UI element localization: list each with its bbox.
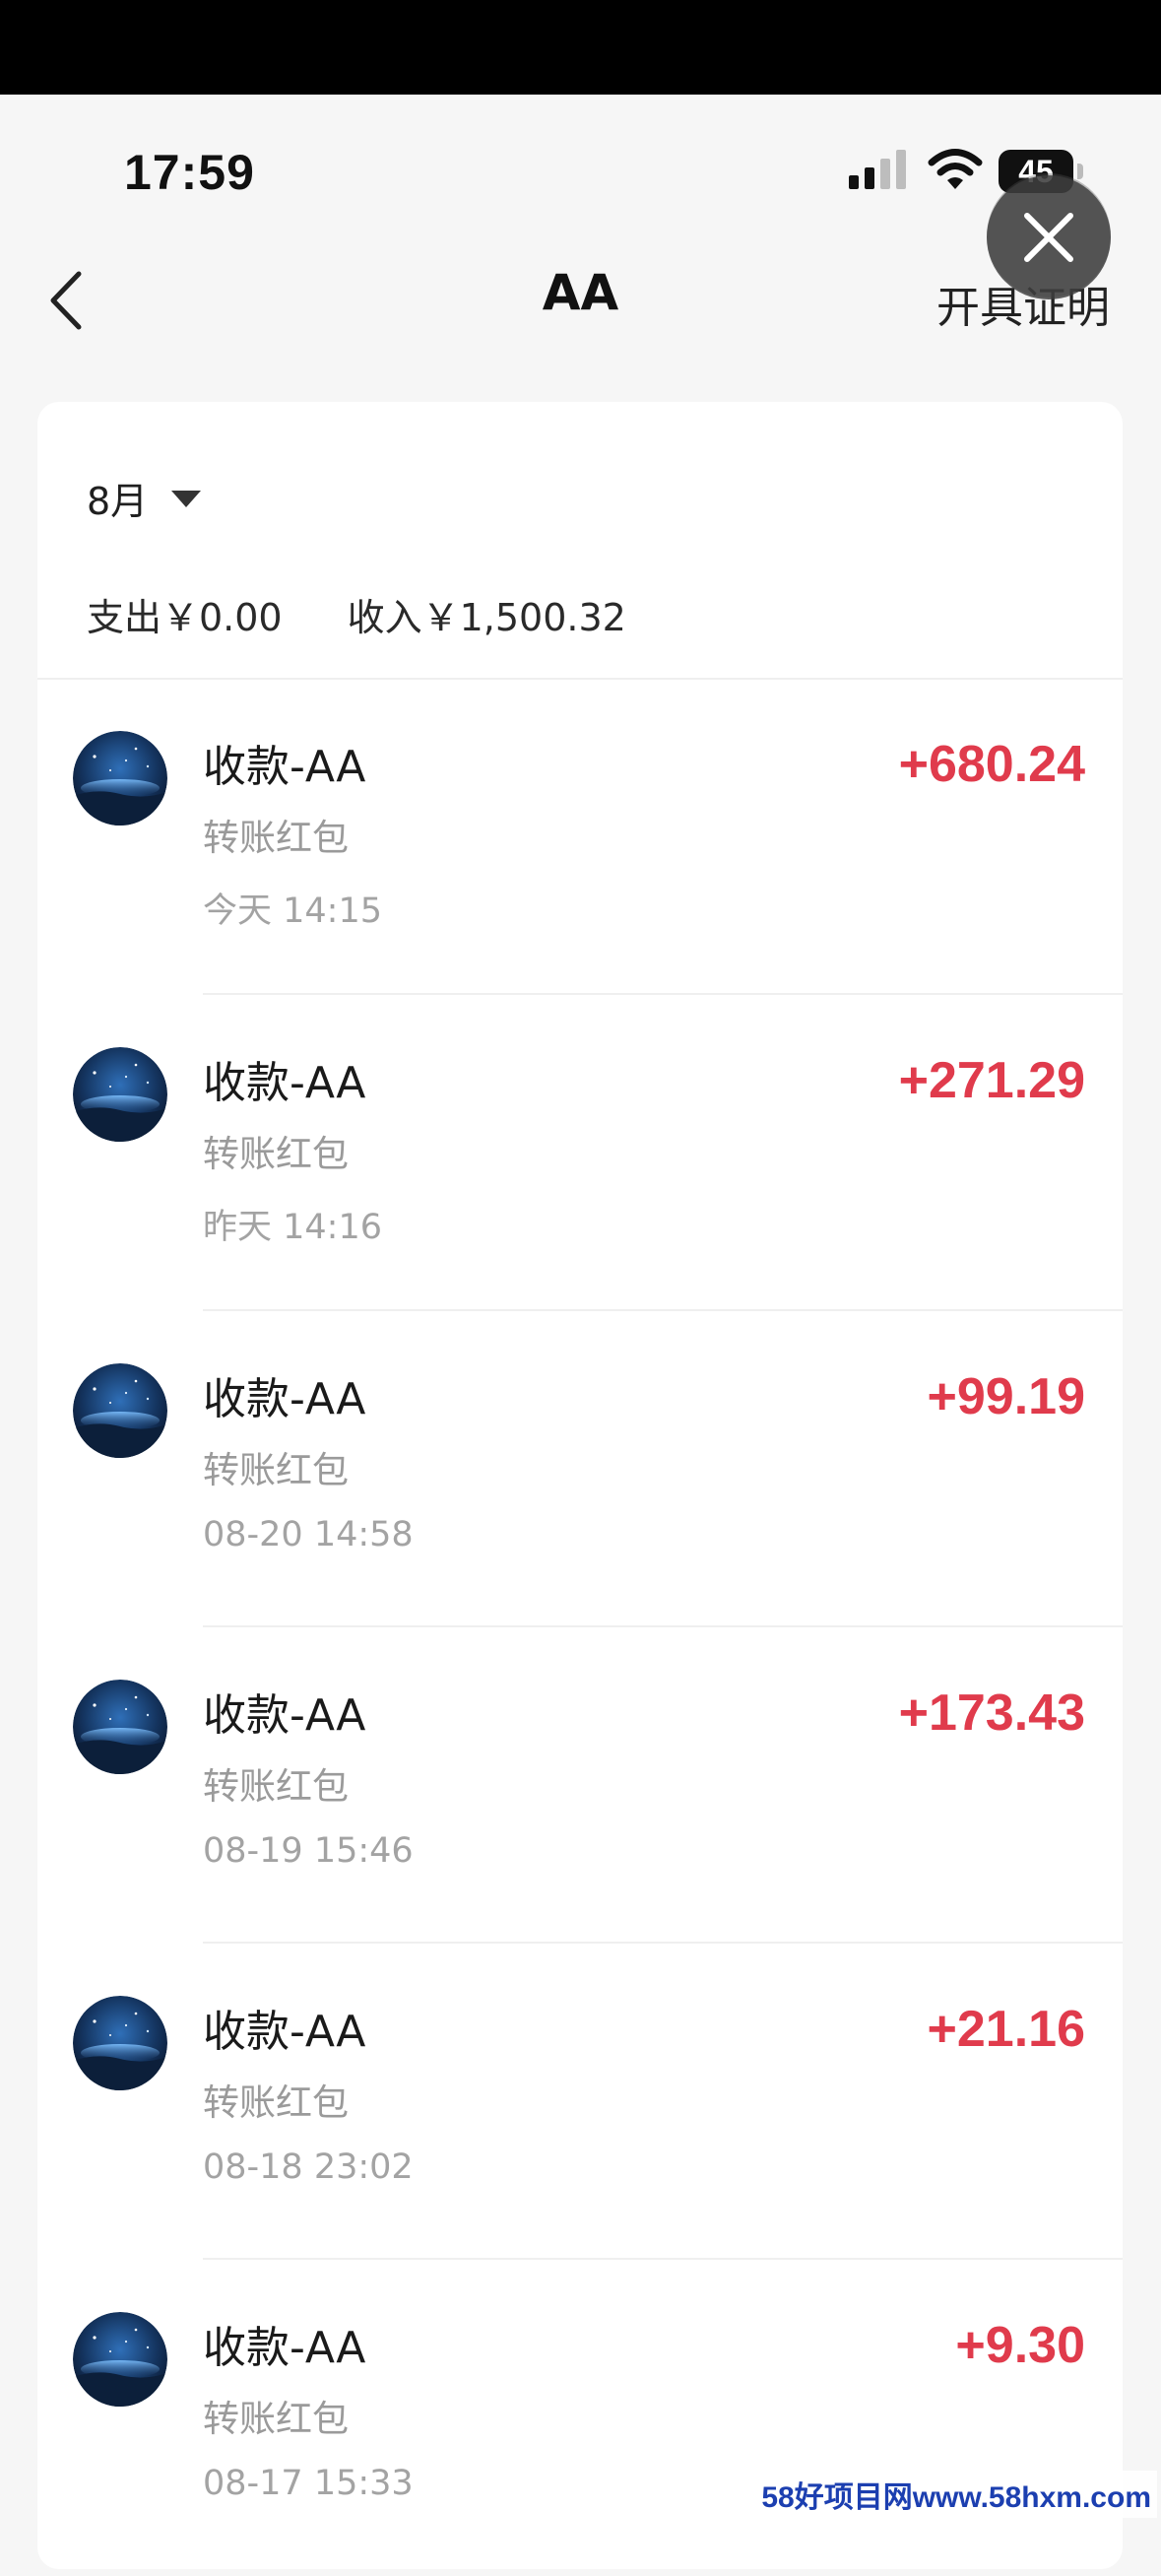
transaction-title: 收款-AA xyxy=(203,1690,366,1741)
row-divider xyxy=(203,1942,1123,1944)
transaction-type: 转账红包 xyxy=(203,1133,349,1175)
expense-total: 支出￥0.00 xyxy=(87,596,283,639)
month-label: 8月 xyxy=(87,480,149,523)
avatar xyxy=(73,1363,167,1458)
transaction-title: 收款-AA xyxy=(203,742,366,792)
avatar xyxy=(73,731,167,826)
transaction-amount: +99.19 xyxy=(927,1368,1086,1425)
transaction-time: 昨天 14:16 xyxy=(203,1208,382,1247)
transaction-row[interactable]: 收款-AA 转账红包 08-17 15:33 +9.30 xyxy=(37,2261,1123,2576)
transaction-amount: +21.16 xyxy=(927,2001,1086,2058)
transaction-title: 收款-AA xyxy=(203,1374,366,1424)
transaction-time: 今天 14:15 xyxy=(203,892,382,931)
income-total: 收入￥1,500.32 xyxy=(347,596,626,639)
transaction-time: 08-20 14:58 xyxy=(203,1515,414,1554)
transaction-time: 08-18 23:02 xyxy=(203,2147,414,2187)
transaction-row[interactable]: 收款-AA 转账红包 08-18 23:02 +21.16 xyxy=(37,1945,1123,2260)
transaction-row[interactable]: 收款-AA 转账红包昨天 14:16 +271.29 xyxy=(37,996,1123,1311)
transaction-amount: +9.30 xyxy=(955,2317,1085,2374)
row-divider xyxy=(203,2258,1123,2260)
row-divider xyxy=(203,1625,1123,1627)
transaction-title: 收款-AA xyxy=(203,2007,366,2057)
wifi-icon xyxy=(928,149,983,189)
transaction-amount: +680.24 xyxy=(898,736,1085,793)
avatar xyxy=(73,1996,167,2090)
transaction-type: 转账红包 xyxy=(203,2398,349,2440)
battery-nub xyxy=(1077,164,1083,179)
transaction-type: 转账红包 xyxy=(203,2081,349,2124)
transaction-title: 收款-AA xyxy=(203,2323,366,2373)
transaction-title: 收款-AA xyxy=(203,1058,366,1108)
cellular-signal-icon xyxy=(849,150,906,189)
caret-down-icon xyxy=(171,490,202,507)
status-time: 17:59 xyxy=(124,145,255,200)
row-divider xyxy=(203,993,1123,995)
close-icon xyxy=(1024,213,1073,262)
avatar xyxy=(73,2312,167,2407)
avatar xyxy=(73,1047,167,1142)
transaction-row[interactable]: 收款-AA 转账红包今天 14:15 +680.24 xyxy=(37,680,1123,995)
row-divider xyxy=(203,1309,1123,1311)
transaction-row[interactable]: 收款-AA 转账红包 08-20 14:58 +99.19 xyxy=(37,1312,1123,1627)
avatar xyxy=(73,1680,167,1774)
transaction-amount: +173.43 xyxy=(898,1684,1085,1742)
watermark: 58好项目网www.58hxm.com xyxy=(755,2471,1157,2518)
close-button[interactable] xyxy=(987,175,1111,299)
transaction-time: 08-17 15:33 xyxy=(203,2464,414,2503)
month-summary: 支出￥0.00 收入￥1,500.32 xyxy=(87,587,691,641)
transaction-type: 转账红包 xyxy=(203,1765,349,1808)
transaction-amount: +271.29 xyxy=(898,1052,1085,1109)
transaction-type: 转账红包 xyxy=(203,1449,349,1491)
transaction-type: 转账红包 xyxy=(203,817,349,859)
transaction-row[interactable]: 收款-AA 转账红包 08-19 15:46 +173.43 xyxy=(37,1628,1123,1944)
month-selector[interactable]: 8月 xyxy=(87,471,203,525)
top-black-bar xyxy=(0,0,1161,95)
transaction-time: 08-19 15:46 xyxy=(203,1831,414,1871)
